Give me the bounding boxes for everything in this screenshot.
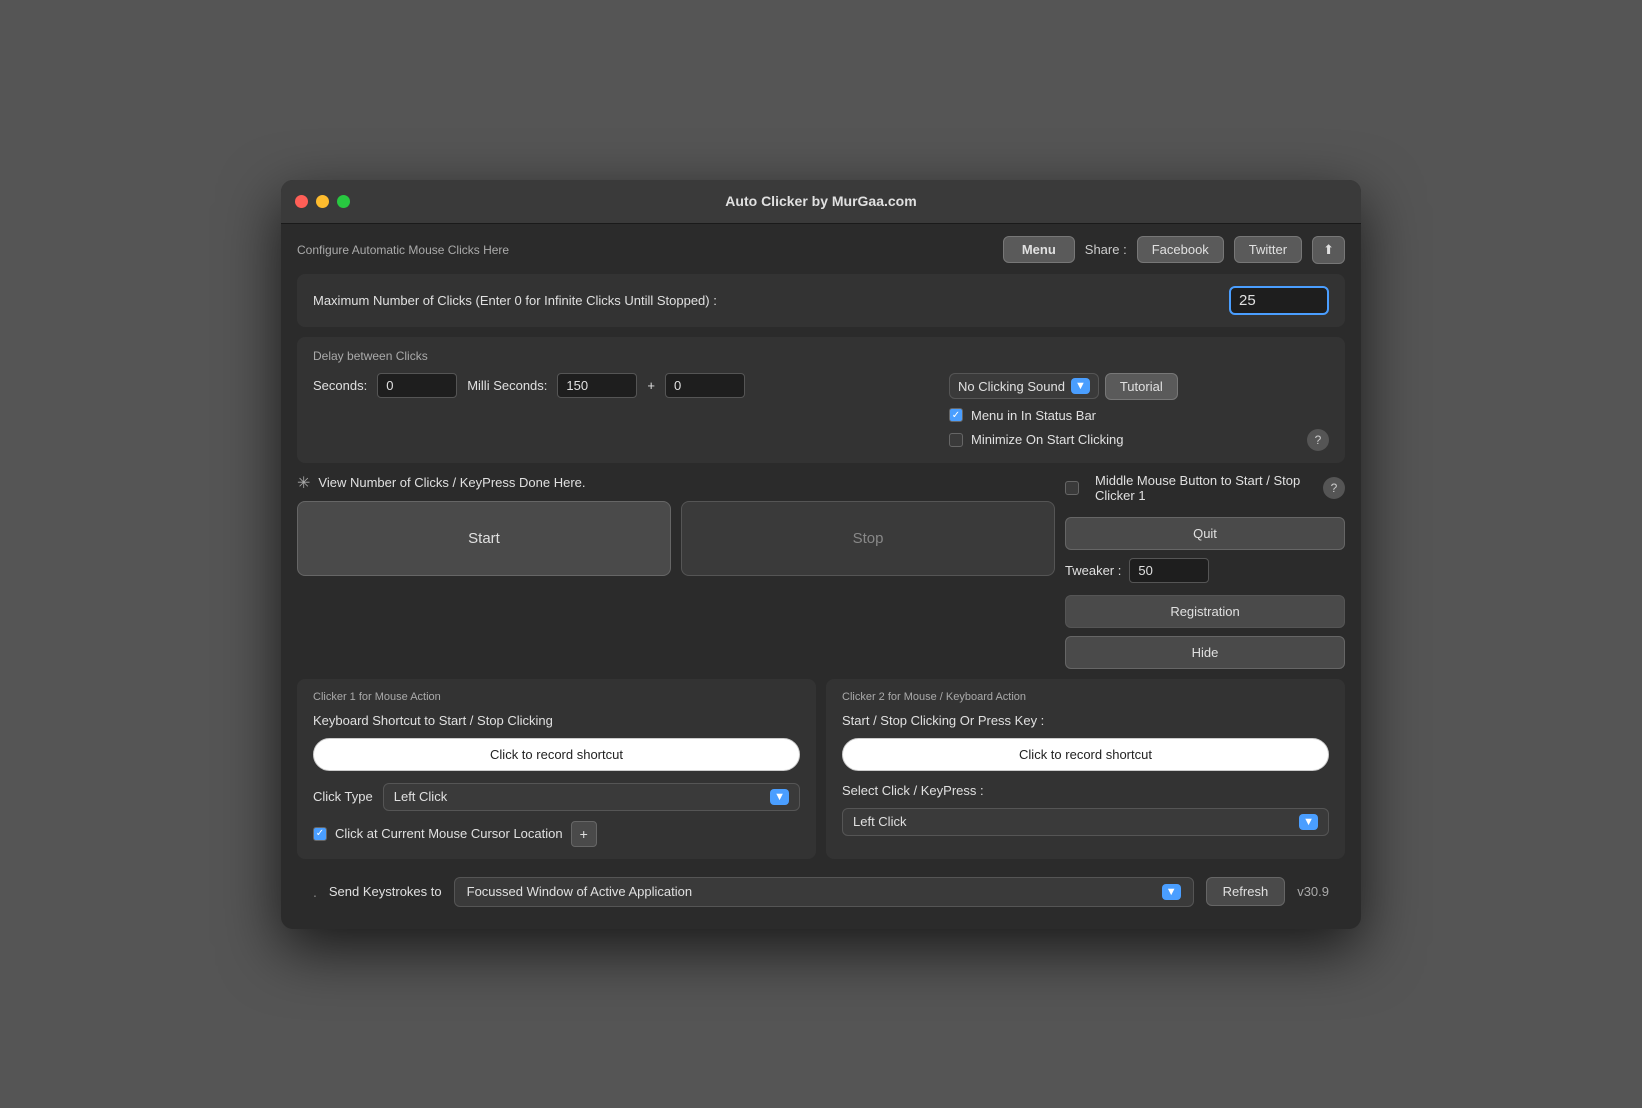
view-clicks-row: ✳ View Number of Clicks / KeyPress Done … bbox=[297, 473, 1055, 493]
clicker1-location-label: Click at Current Mouse Cursor Location bbox=[335, 826, 563, 841]
clicker1-panel: Clicker 1 for Mouse Action Keyboard Shor… bbox=[297, 679, 816, 859]
menu-status-bar-row: ✓ Menu in In Status Bar bbox=[949, 408, 1329, 423]
middle-right: Middle Mouse Button to Start / Stop Clic… bbox=[1065, 473, 1345, 669]
seconds-label: Seconds: bbox=[313, 378, 367, 393]
keystroke-dropdown-arrow: ▼ bbox=[1162, 884, 1181, 900]
seconds-input[interactable] bbox=[377, 373, 457, 398]
menu-button[interactable]: Menu bbox=[1003, 236, 1075, 263]
quit-button[interactable]: Quit bbox=[1065, 517, 1345, 550]
registration-button[interactable]: Registration bbox=[1065, 595, 1345, 628]
clicker1-dropdown-arrow: ▼ bbox=[770, 789, 789, 805]
max-clicks-input[interactable]: 25 bbox=[1229, 286, 1329, 315]
minimize-button[interactable] bbox=[316, 195, 329, 208]
clicker2-record-button[interactable]: Click to record shortcut bbox=[842, 738, 1329, 771]
version-label: v30.9 bbox=[1297, 884, 1329, 899]
minimize-start-row: Minimize On Start Clicking bbox=[949, 432, 1299, 447]
middle-mouse-row: Middle Mouse Button to Start / Stop Clic… bbox=[1065, 473, 1315, 503]
delay-row: Seconds: Milli Seconds: + bbox=[313, 373, 939, 398]
clicker1-location-plus-button[interactable]: + bbox=[571, 821, 597, 847]
sound-label: No Clicking Sound bbox=[958, 379, 1065, 394]
middle-mouse-question-button[interactable]: ? bbox=[1323, 477, 1345, 499]
hide-button[interactable]: Hide bbox=[1065, 636, 1345, 669]
clicker2-dropdown-arrow: ▼ bbox=[1299, 814, 1318, 830]
minimize-start-label: Minimize On Start Clicking bbox=[971, 432, 1123, 447]
top-bar: Configure Automatic Mouse Clicks Here Me… bbox=[297, 236, 1345, 264]
facebook-button[interactable]: Facebook bbox=[1137, 236, 1224, 263]
spinner-icon: ✳ bbox=[297, 473, 310, 493]
delay-controls: Seconds: Milli Seconds: + bbox=[313, 373, 939, 398]
minimize-question-button[interactable]: ? bbox=[1307, 429, 1329, 451]
close-button[interactable] bbox=[295, 195, 308, 208]
maximize-button[interactable] bbox=[337, 195, 350, 208]
clicker2-click-type-value: Left Click bbox=[853, 814, 906, 829]
clicker1-click-type-select[interactable]: Left Click ▼ bbox=[383, 783, 800, 811]
content-area: Configure Automatic Mouse Clicks Here Me… bbox=[281, 224, 1361, 929]
tweaker-label: Tweaker : bbox=[1065, 563, 1121, 578]
delay-section: Delay between Clicks Seconds: Milli Seco… bbox=[297, 337, 1345, 463]
delay-title: Delay between Clicks bbox=[313, 349, 1329, 363]
tweaker-input[interactable] bbox=[1129, 558, 1209, 583]
ms-input[interactable] bbox=[557, 373, 637, 398]
max-clicks-panel: Maximum Number of Clicks (Enter 0 for In… bbox=[297, 274, 1345, 327]
bottom-bar: . Send Keystrokes to Focussed Window of … bbox=[297, 869, 1345, 915]
menu-status-bar-label: Menu in In Status Bar bbox=[971, 408, 1096, 423]
middle-mouse-label: Middle Mouse Button to Start / Stop Clic… bbox=[1095, 473, 1315, 503]
send-keystrokes-label: Send Keystrokes to bbox=[329, 884, 442, 899]
max-clicks-row: Maximum Number of Clicks (Enter 0 for In… bbox=[313, 286, 1329, 315]
clicker1-click-type-value: Left Click bbox=[394, 789, 447, 804]
tutorial-button[interactable]: Tutorial bbox=[1105, 373, 1178, 400]
no-sound-row: No Clicking Sound ▼ Tutorial bbox=[949, 373, 1329, 400]
traffic-lights bbox=[295, 195, 350, 208]
menu-status-bar-checkbox[interactable]: ✓ bbox=[949, 408, 963, 422]
ms-label: Milli Seconds: bbox=[467, 378, 547, 393]
window-title: Auto Clicker by MurGaa.com bbox=[725, 193, 916, 209]
main-window: Auto Clicker by MurGaa.com Configure Aut… bbox=[281, 180, 1361, 929]
middle-mouse-checkbox[interactable] bbox=[1065, 481, 1079, 495]
clickers-row: Clicker 1 for Mouse Action Keyboard Shor… bbox=[297, 679, 1345, 859]
twitter-button[interactable]: Twitter bbox=[1234, 236, 1302, 263]
refresh-button[interactable]: Refresh bbox=[1206, 877, 1286, 906]
extra-ms-input[interactable] bbox=[665, 373, 745, 398]
plus-label: + bbox=[647, 378, 655, 393]
clicker1-click-type-label: Click Type bbox=[313, 789, 373, 804]
delay-options: No Clicking Sound ▼ Tutorial ✓ Menu in I… bbox=[949, 373, 1329, 451]
clicker1-click-type-row: Click Type Left Click ▼ bbox=[313, 783, 800, 811]
share-label: Share : bbox=[1085, 242, 1127, 257]
clicker1-shortcut-label: Keyboard Shortcut to Start / Stop Clicki… bbox=[313, 713, 800, 728]
clicker2-title: Clicker 2 for Mouse / Keyboard Action bbox=[842, 691, 1329, 703]
max-clicks-label: Maximum Number of Clicks (Enter 0 for In… bbox=[313, 293, 1219, 308]
clicker2-click-type-select[interactable]: Left Click ▼ bbox=[842, 808, 1329, 836]
clicker1-location-row: ✓ Click at Current Mouse Cursor Location… bbox=[313, 821, 800, 847]
stop-button[interactable]: Stop bbox=[681, 501, 1055, 576]
bottom-dot: . bbox=[313, 884, 317, 900]
middle-section: ✳ View Number of Clicks / KeyPress Done … bbox=[297, 473, 1345, 669]
share-icon-button[interactable]: ⬆ bbox=[1312, 236, 1345, 264]
middle-left: ✳ View Number of Clicks / KeyPress Done … bbox=[297, 473, 1055, 576]
minimize-start-checkbox[interactable] bbox=[949, 433, 963, 447]
config-label: Configure Automatic Mouse Clicks Here bbox=[297, 243, 993, 257]
clicker1-record-button[interactable]: Click to record shortcut bbox=[313, 738, 800, 771]
start-stop-row: Start Stop bbox=[297, 501, 1055, 576]
view-clicks-label: View Number of Clicks / KeyPress Done He… bbox=[318, 475, 585, 490]
sound-dropdown-arrow: ▼ bbox=[1071, 378, 1090, 394]
tweaker-row: Tweaker : bbox=[1065, 558, 1345, 583]
start-button[interactable]: Start bbox=[297, 501, 671, 576]
keystroke-select[interactable]: Focussed Window of Active Application ▼ bbox=[454, 877, 1194, 907]
clicker2-start-stop-label: Start / Stop Clicking Or Press Key : bbox=[842, 713, 1329, 728]
clicker1-location-checkbox[interactable]: ✓ bbox=[313, 827, 327, 841]
keystroke-value: Focussed Window of Active Application bbox=[467, 884, 692, 899]
titlebar: Auto Clicker by MurGaa.com bbox=[281, 180, 1361, 224]
clicker2-panel: Clicker 2 for Mouse / Keyboard Action St… bbox=[826, 679, 1345, 859]
delay-sound-row: Seconds: Milli Seconds: + No Clicking So… bbox=[313, 373, 1329, 451]
clicker1-title: Clicker 1 for Mouse Action bbox=[313, 691, 800, 703]
clicker2-select-click-label: Select Click / KeyPress : bbox=[842, 783, 1329, 798]
sound-dropdown[interactable]: No Clicking Sound ▼ bbox=[949, 373, 1099, 399]
